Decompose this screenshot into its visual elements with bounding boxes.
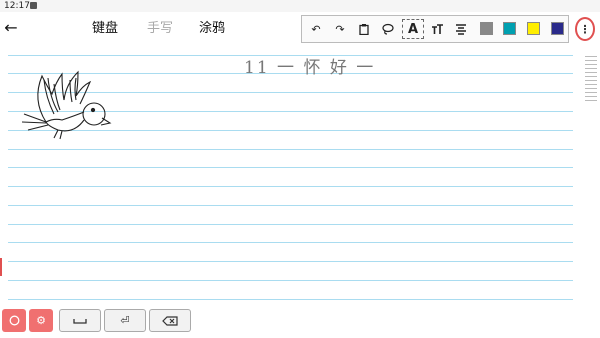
settings-button[interactable]: ⚙ — [29, 309, 53, 332]
color-yellow-swatch[interactable] — [527, 22, 540, 35]
back-button[interactable]: ← — [2, 18, 20, 38]
ruled-line — [8, 205, 573, 206]
clipboard-icon — [359, 23, 369, 35]
backspace-button[interactable] — [149, 309, 191, 332]
undo-button[interactable]: ↶ — [305, 19, 327, 39]
align-button[interactable] — [450, 19, 472, 39]
mode-doodle[interactable]: 涂鸦 — [199, 20, 225, 38]
edge-handle[interactable] — [0, 258, 2, 276]
redo-icon: ↷ — [335, 22, 345, 36]
mode-keyboard[interactable]: 键盘 — [92, 20, 118, 38]
more-vertical-icon: ⋮ — [579, 22, 591, 36]
ruled-line — [8, 149, 573, 150]
space-icon — [73, 318, 87, 324]
record-button[interactable] — [2, 309, 26, 332]
ruled-line — [8, 224, 573, 225]
ruled-line — [8, 186, 573, 187]
color-navy-swatch[interactable] — [551, 22, 564, 35]
drawing-toolbar: ↶ ↷ A — [301, 15, 569, 43]
redo-button[interactable]: ↷ — [329, 19, 351, 39]
text-tool-icon: A — [407, 21, 419, 37]
enter-icon: ⏎ — [120, 314, 130, 327]
ruled-line — [8, 242, 573, 243]
ruled-line — [8, 299, 573, 300]
status-bar: 12:17 — [0, 0, 600, 12]
undo-icon: ↶ — [311, 22, 321, 36]
font-size-button[interactable] — [426, 19, 448, 39]
more-options-button[interactable]: ⋮ — [575, 17, 595, 41]
scroll-indicator[interactable] — [585, 56, 597, 106]
clipboard-button[interactable] — [353, 19, 375, 39]
notification-icon — [30, 2, 37, 9]
mode-handwriting[interactable]: 手写 — [147, 20, 173, 38]
status-time: 12:17 — [4, 1, 30, 11]
arrow-left-icon: ← — [4, 18, 18, 37]
handwritten-text: 11 一 怀 好 一 — [244, 58, 376, 78]
space-button[interactable] — [59, 309, 101, 332]
ruled-line — [8, 280, 573, 281]
gear-icon: ⚙ — [36, 314, 46, 327]
align-center-icon — [456, 23, 466, 35]
color-gray-swatch[interactable] — [480, 22, 493, 35]
backspace-icon — [162, 315, 178, 326]
bird-doodle — [21, 70, 112, 140]
lasso-button[interactable] — [377, 19, 399, 39]
circle-icon — [9, 315, 19, 326]
font-size-icon — [431, 23, 443, 34]
ruled-line — [8, 261, 573, 262]
bottom-bar: ⚙ ⏎ — [0, 306, 600, 338]
doodle-canvas[interactable] — [0, 46, 580, 306]
text-tool-button[interactable]: A — [402, 19, 424, 39]
color-teal-swatch[interactable] — [503, 22, 516, 35]
lasso-icon — [382, 23, 394, 35]
ruled-line — [8, 167, 573, 168]
enter-button[interactable]: ⏎ — [104, 309, 146, 332]
